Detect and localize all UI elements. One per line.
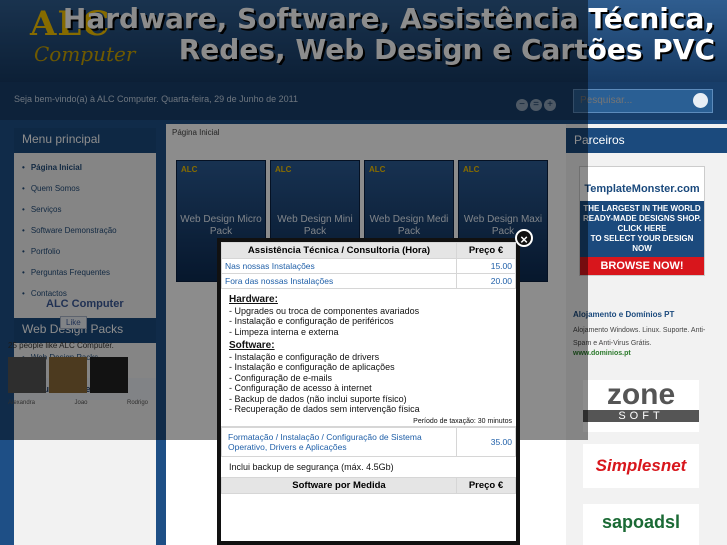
alojamento-title: Alojamento e Domínios PT [573,310,675,319]
software-line: - Instalação e configuração de drivers [229,351,380,362]
table-header-price: Preço € [456,242,516,259]
tm-line-4: TO SELECT YOUR DESIGN NOW [590,234,694,253]
services-description: Hardware: - Upgrades ou troca de compone… [221,289,516,417]
table-header-service: Assistência Técnica / Consultoria (Hora) [221,242,457,259]
hardware-line: - Instalação e configuração de periféric… [229,316,394,326]
price-table-custom-software: Software por Medida Preço € [221,476,516,494]
software-title: Software: [229,340,275,351]
price-table-assistance: Assistência Técnica / Consultoria (Hora)… [221,242,516,289]
row-label: Fora das nossas Instalações [221,273,457,289]
price-table-format: Formatação / Instalação / Configuração d… [221,426,516,457]
table-header-price: Preço € [456,476,516,494]
billing-period: Período de taxação: 30 minutos [221,417,516,427]
templatemonster-logo: TemplateMonster.com [584,183,700,195]
table-row: Formatação / Instalação / Configuração d… [221,426,516,457]
search-input[interactable] [574,90,696,111]
row-price: 20.00 [456,273,516,289]
backup-note: Inclui backup de segurança (máx. 4.5Gb) [229,461,394,472]
hardware-title: Hardware: [229,294,278,305]
software-line: - Configuração de acesso à internet [229,383,372,393]
software-line: - Backup de dados (não inclui suporte fí… [229,393,407,404]
tm-line-3: CLICK HERE [617,224,667,233]
simplesnet-banner[interactable]: Simplesnet [583,444,699,488]
row-label: Nas nossas Instalações [221,258,457,274]
soft-logo: SOFT [583,410,699,422]
hardware-line: - Upgrades ou troca de componentes avari… [229,305,420,316]
table-row: Fora das nossas Instalações 20.00 [221,273,516,289]
templatemonster-banner[interactable]: TemplateMonster.com THE LARGEST IN THE W… [579,166,705,276]
alojamento-url[interactable]: www.dominios.pt [573,350,707,357]
software-line: - Configuração de e-mails [229,372,333,383]
price-modal: Assistência Técnica / Consultoria (Hora)… [217,238,520,545]
alojamento-desc: Alojamento Windows. Linux. Suporte. Anti… [573,327,706,347]
table-row: Nas nossas Instalações 15.00 [221,258,516,274]
zonesoft-banner[interactable]: zone SOFT [583,380,699,432]
format-price: 35.00 [456,426,516,457]
tm-line-1: THE LARGEST IN THE WORLD [583,204,701,213]
zone-logo: zone [606,378,676,411]
browse-now-button[interactable]: BROWSE NOW! [580,257,704,275]
software-line: - Instalação e configuração de aplicaçõe… [229,362,395,372]
close-icon[interactable]: × [515,229,533,247]
hardware-line: - Limpeza interna e externa [229,326,339,337]
partners-title: Parceiros [566,128,727,153]
templatemonster-text: THE LARGEST IN THE WORLD READY-MADE DESI… [580,201,704,257]
search-box [573,89,713,113]
tm-line-2: READY-MADE DESIGNS SHOP. [582,214,702,223]
software-line: - Recuperação de dados sem intervenção f… [229,404,420,414]
sapoadsl-banner[interactable]: sapoadsl [583,504,699,545]
row-price: 15.00 [456,258,516,274]
format-label: Formatação / Instalação / Configuração d… [221,426,457,457]
table-header-service: Software por Medida [221,476,457,494]
search-icon[interactable] [693,93,708,108]
alojamento-box[interactable]: Alojamento e Domínios PT Alojamento Wind… [573,296,707,366]
